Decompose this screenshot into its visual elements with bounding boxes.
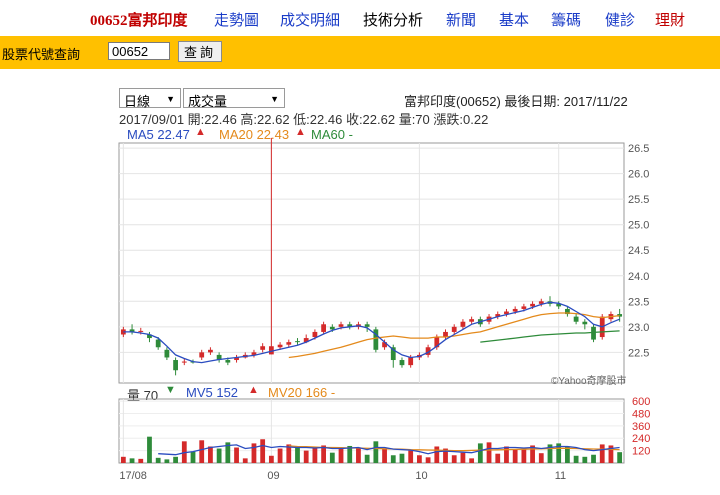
candle-body	[295, 341, 300, 343]
candle-body	[260, 346, 266, 350]
volume-bar	[164, 459, 170, 463]
volume-bar	[399, 453, 405, 463]
watermark-text: ©Yahoo奇摩股市	[551, 376, 627, 387]
volume-bar	[382, 448, 387, 463]
price-tick-label: 23.5	[628, 296, 649, 308]
volume-bar	[425, 457, 431, 463]
volume-bar	[147, 436, 152, 463]
volume-bar	[173, 456, 178, 463]
candle-body	[408, 357, 414, 366]
price-tick-label: 24.5	[628, 245, 649, 257]
volume-bar	[234, 447, 239, 463]
candle-body	[312, 331, 318, 338]
volume-bar	[208, 446, 213, 463]
candle-body	[321, 324, 327, 332]
volume-bar	[190, 451, 196, 463]
candle-body	[329, 326, 335, 330]
candle-body	[591, 326, 596, 340]
candle-body	[199, 352, 205, 358]
volume-bar	[268, 455, 274, 463]
candle-body	[173, 360, 178, 371]
volume-bar	[120, 456, 126, 463]
volume-bar	[312, 447, 318, 463]
ma60-line	[480, 330, 620, 343]
volume-bar	[373, 441, 379, 463]
candle-body	[530, 303, 535, 307]
volume-bar	[486, 442, 492, 463]
volume-bar	[338, 448, 344, 463]
month-tick-label: 09	[267, 470, 279, 482]
price-tick-label: 24.0	[628, 271, 649, 283]
price-panel-frame	[118, 142, 625, 384]
candle-body	[277, 344, 283, 348]
candle-body	[208, 349, 213, 353]
ma5-line	[123, 301, 620, 364]
volume-bar	[199, 440, 205, 463]
technical-chart[interactable]: 22.5 23.0 23.5 24.0 24.5 25.0 25.5 26.0 26.5 1202…	[0, 0, 720, 495]
candle-body	[399, 360, 405, 366]
volume-bar	[277, 448, 283, 463]
price-tick-label: 23.0	[628, 322, 649, 334]
candle-body	[181, 361, 187, 363]
price-tick-label: 22.5	[628, 347, 649, 359]
price-tick-label: 25.0	[628, 220, 649, 232]
volume-bar	[364, 454, 370, 463]
volume-bar	[242, 458, 248, 463]
month-tick-label: 17/08	[119, 470, 147, 482]
volume-tick-label: 240	[632, 433, 650, 445]
candle-body	[582, 321, 588, 325]
month-tick-label: 11	[555, 470, 566, 482]
volume-bar	[295, 447, 300, 463]
candle-body	[338, 324, 344, 327]
candle-body	[364, 324, 370, 327]
volume-tick-label: 120	[632, 446, 650, 458]
volume-bar	[582, 456, 588, 463]
price-tick-label: 25.5	[628, 194, 649, 206]
volume-bar	[512, 449, 518, 463]
candle-body	[512, 308, 518, 312]
candle-body	[155, 339, 161, 348]
price-tick-label: 26.0	[628, 169, 649, 181]
volume-tick-label: 600	[632, 396, 650, 408]
volume-bar	[591, 454, 596, 463]
candle-body	[138, 330, 144, 332]
volume-bar	[451, 455, 457, 463]
volume-tick-label: 480	[632, 408, 650, 420]
volume-bar	[129, 458, 135, 463]
candle-body	[460, 321, 466, 327]
candle-body	[469, 319, 475, 322]
volume-bar	[538, 453, 544, 463]
volume-bar	[138, 458, 144, 463]
volume-bar	[408, 450, 414, 463]
volume-bar	[573, 455, 579, 463]
volume-bar	[477, 443, 483, 463]
month-tick-label: 10	[415, 470, 427, 482]
candle-body	[164, 349, 170, 358]
volume-tick-label: 360	[632, 421, 650, 433]
volume-bar	[329, 452, 335, 463]
volume-bar	[260, 439, 266, 463]
volume-bar	[251, 443, 257, 463]
candle-body	[451, 326, 457, 332]
candle-body	[521, 306, 527, 309]
volume-bar	[617, 452, 623, 463]
volume-bar	[155, 457, 161, 463]
price-tick-label: 26.5	[628, 143, 649, 155]
volume-bar	[303, 450, 309, 463]
volume-bar	[469, 458, 475, 463]
volume-bar	[495, 453, 501, 463]
volume-bar	[599, 444, 605, 463]
volume-bar	[216, 448, 222, 463]
volume-bar	[521, 449, 527, 463]
candle-body	[286, 342, 292, 345]
volume-bar	[460, 452, 466, 463]
volume-bar	[416, 455, 422, 463]
candle-body	[573, 316, 579, 322]
volume-bar	[356, 447, 361, 463]
volume-bar	[434, 446, 440, 463]
candle-body	[225, 360, 231, 363]
volume-bar	[390, 455, 396, 463]
